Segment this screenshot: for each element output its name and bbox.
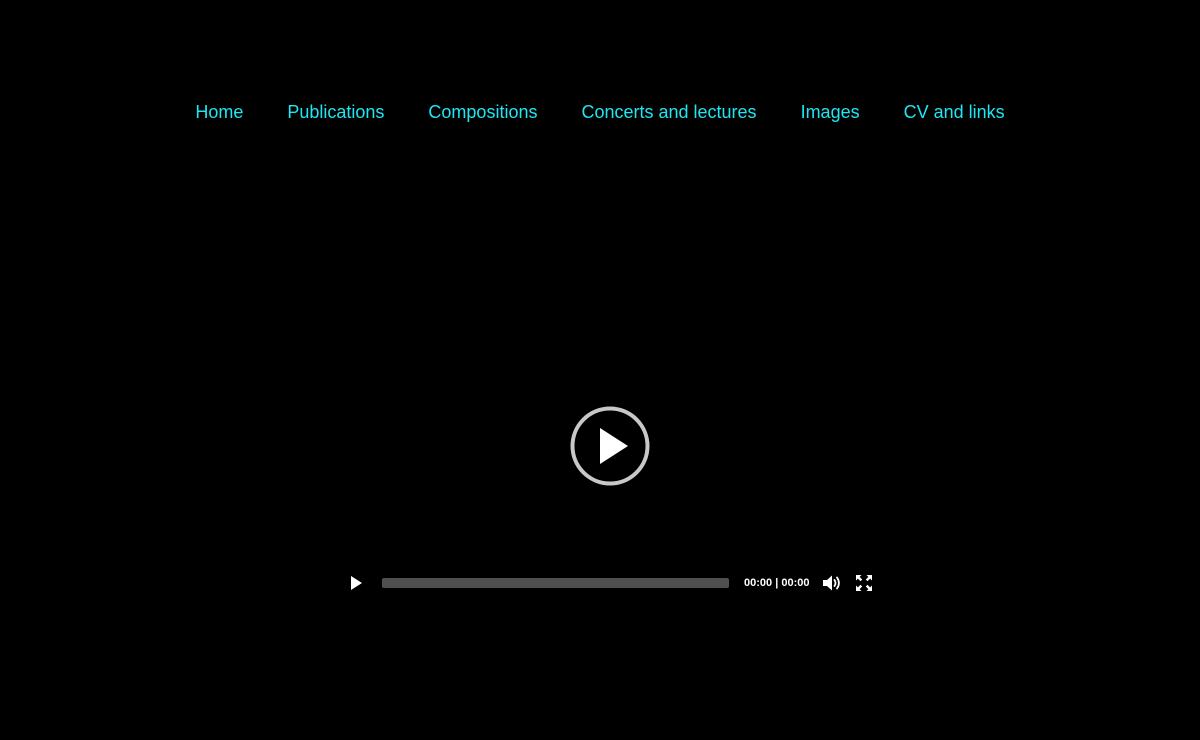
fullscreen-button[interactable] [854, 573, 874, 593]
duration: 00:00 [781, 577, 810, 589]
big-play-button[interactable] [570, 406, 650, 486]
volume-button[interactable] [821, 573, 843, 593]
time-display: 00:00 | 00:00 [744, 576, 809, 590]
nav-link-compositions[interactable]: Compositions [428, 100, 537, 124]
play-icon [351, 576, 362, 590]
main-nav: Home Publications Compositions Concerts … [0, 100, 1200, 124]
video-player[interactable]: 00:00 | 00:00 [338, 180, 878, 610]
play-circle-icon [570, 406, 650, 486]
time-separator: | [775, 577, 779, 589]
page: Home Publications Compositions Concerts … [0, 0, 1200, 740]
nav-link-concerts-and-lectures[interactable]: Concerts and lectures [581, 100, 756, 124]
player-controls: 00:00 | 00:00 [338, 568, 878, 598]
nav-link-images[interactable]: Images [801, 100, 860, 124]
current-time: 00:00 [744, 577, 773, 589]
nav-link-publications[interactable]: Publications [287, 100, 384, 124]
progress-bar[interactable] [382, 578, 729, 588]
volume-icon [823, 575, 840, 591]
fullscreen-icon [856, 575, 872, 591]
nav-link-home[interactable]: Home [195, 100, 243, 124]
play-button[interactable] [346, 573, 366, 593]
nav-link-cv-and-links[interactable]: CV and links [904, 100, 1005, 124]
